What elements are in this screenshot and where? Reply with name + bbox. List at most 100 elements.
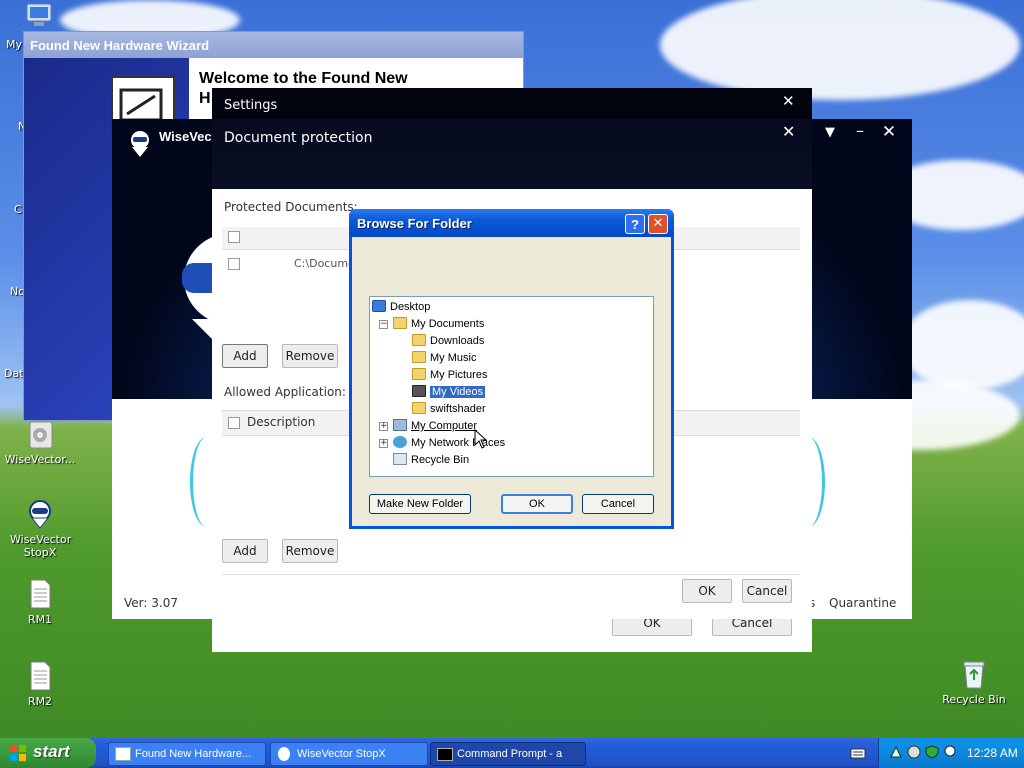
taskbar-item-label: Found New Hardware...: [135, 748, 252, 760]
edge-letter: Dat: [4, 367, 24, 380]
tree-item-label: My Videos: [430, 386, 486, 398]
tree-item-label: My Pictures: [430, 369, 488, 381]
collapse-icon[interactable]: −: [379, 320, 388, 329]
window-title: Found New Hardware Wizard: [30, 38, 210, 53]
menu-chevron-icon[interactable]: ▼: [822, 125, 838, 141]
document-path: C:\Docume: [294, 257, 355, 270]
tree-item-label: My Music: [430, 352, 477, 364]
tree-item-label: swiftshader: [430, 403, 486, 415]
clock[interactable]: 12:28 AM: [967, 746, 1018, 760]
cancel-button[interactable]: Cancel: [582, 494, 654, 514]
close-icon[interactable]: ✕: [648, 214, 668, 234]
version-label: Ver: 3.07: [124, 596, 178, 610]
quarantine-link[interactable]: Quarantine: [829, 596, 896, 610]
hardware-wizard-titlebar[interactable]: Found New Hardware Wizard: [24, 32, 523, 58]
expand-icon[interactable]: +: [379, 422, 388, 431]
tree-item-label: My Computer: [411, 420, 478, 432]
tree-item-downloads[interactable]: Downloads: [412, 333, 484, 349]
add-application-button[interactable]: Add: [222, 539, 268, 563]
installer-icon: [24, 418, 56, 450]
my-computer-icon[interactable]: [24, 2, 54, 28]
remove-application-button[interactable]: Remove: [282, 539, 338, 563]
wisevector-logo-icon: [24, 498, 56, 530]
doc-protection-titlebar[interactable]: Document protection ✕: [212, 119, 812, 189]
network-icon: [393, 436, 407, 448]
start-label: start: [33, 742, 70, 761]
select-all-checkbox[interactable]: [228, 231, 240, 243]
protected-documents-label: Protected Documents:: [224, 200, 358, 214]
taskbar-item-hardware-wizard[interactable]: Found New Hardware...: [108, 742, 266, 766]
wisevector-logo-icon: [126, 129, 154, 159]
text-file-icon: [24, 578, 56, 610]
minimize-icon[interactable]: –: [852, 121, 868, 141]
wisevector-logo-icon: [278, 747, 290, 761]
settings-titlebar[interactable]: Settings ✕: [212, 88, 812, 120]
tree-item-my-videos[interactable]: My Videos: [412, 384, 486, 400]
desktop-icon-rm1[interactable]: RM1: [0, 578, 80, 626]
recycle-bin-icon: [393, 453, 407, 465]
pictures-folder-icon: [412, 368, 426, 380]
desktop-icon-wisevector-setup[interactable]: WiseVector...: [0, 418, 80, 466]
edge-letter: C: [14, 203, 22, 216]
desktop-icon-label: WiseVector StopX: [10, 533, 72, 559]
tree-item-recycle-bin[interactable]: Recycle Bin: [393, 452, 469, 468]
ok-button[interactable]: OK: [682, 579, 732, 603]
description-column-header: Description: [247, 415, 316, 429]
tree-item-my-music[interactable]: My Music: [412, 350, 476, 366]
tree-item-label: Desktop: [390, 301, 431, 313]
close-icon[interactable]: ✕: [880, 122, 898, 142]
desktop-icon-label-my: My: [6, 38, 23, 51]
cancel-button[interactable]: Cancel: [742, 579, 792, 603]
desktop-icon-wisevector-stopx[interactable]: WiseVector StopX: [0, 498, 80, 559]
videos-folder-icon: [412, 385, 426, 397]
tree-item-my-network-places[interactable]: My Network Places: [393, 435, 505, 451]
tree-item-my-documents[interactable]: My Documents: [393, 316, 484, 332]
close-icon[interactable]: ✕: [782, 92, 795, 110]
taskbar-item-label: Command Prompt - a: [457, 748, 563, 760]
browse-folder-dialog: Browse For Folder ? ✕ Desktop − My Docum…: [349, 209, 674, 529]
remove-document-button[interactable]: Remove: [282, 344, 338, 368]
wizard-heading: Welcome to the Found New: [199, 70, 408, 87]
taskbar-item-wisevector[interactable]: WiseVector StopX: [270, 742, 428, 766]
expand-icon[interactable]: +: [379, 439, 388, 448]
wisevector-tray-icon[interactable]: [943, 745, 957, 759]
browse-titlebar[interactable]: Browse For Folder ? ✕: [349, 209, 674, 237]
folder-icon: [412, 334, 426, 346]
add-document-button[interactable]: Add: [222, 344, 268, 368]
taskbar-item-command-prompt[interactable]: Command Prompt - a: [430, 742, 586, 766]
mouse-cursor-icon: [474, 428, 488, 449]
music-folder-icon: [412, 351, 426, 363]
wizard-heading-line2: H: [199, 90, 211, 107]
tree-item-my-pictures[interactable]: My Pictures: [412, 367, 487, 383]
desktop-icon-label: WiseVector...: [4, 453, 76, 466]
shield-tray-icon[interactable]: [925, 745, 939, 759]
start-button[interactable]: start: [0, 738, 96, 768]
security-tray-icon[interactable]: [907, 745, 921, 759]
desktop-icon-recycle-bin[interactable]: Recycle Bin: [934, 658, 1014, 706]
taskbar-item-label: WiseVector StopX: [297, 748, 386, 760]
select-all-apps-checkbox[interactable]: [228, 417, 240, 429]
tree-item-desktop[interactable]: Desktop: [372, 299, 430, 315]
window-title: Document protection: [224, 130, 373, 146]
desktop-icon-label: RM2: [27, 695, 53, 708]
ok-button[interactable]: OK: [501, 494, 573, 514]
close-icon[interactable]: ✕: [782, 122, 795, 141]
window-title: Browse For Folder: [357, 216, 472, 231]
windows-logo-icon: [10, 745, 26, 761]
desktop-icon-rm2[interactable]: RM2: [0, 660, 80, 708]
tree-item-my-computer[interactable]: My Computer: [393, 418, 477, 434]
make-new-folder-button[interactable]: Make New Folder: [369, 494, 471, 514]
allowed-application-label: Allowed Application:: [224, 385, 346, 399]
help-icon[interactable]: ?: [625, 214, 645, 234]
taskbar: start Found New Hardware... WiseVector S…: [0, 738, 1024, 768]
network-tray-icon[interactable]: [889, 745, 903, 759]
window-title: Settings: [224, 98, 278, 113]
tree-item-label: Downloads: [430, 335, 485, 347]
browse-body: Desktop − My Documents Downloads My Musi…: [352, 237, 671, 526]
desktop-icon-label: Recycle Bin: [942, 693, 1006, 706]
folder-tree[interactable]: Desktop − My Documents Downloads My Musi…: [369, 296, 654, 477]
system-tray: 12:28 AM: [878, 738, 1024, 768]
tree-item-swiftshader[interactable]: swiftshader: [412, 401, 486, 417]
keyboard-icon[interactable]: [850, 746, 866, 760]
row-checkbox[interactable]: [228, 258, 240, 270]
